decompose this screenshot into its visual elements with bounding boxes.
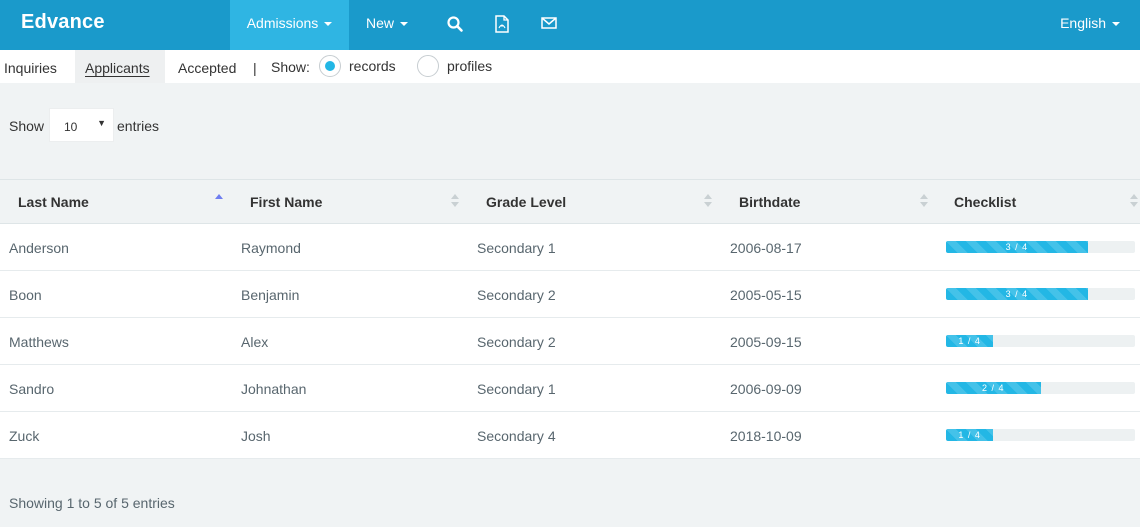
cell-last-name: Boon [9,287,42,303]
sort-icon[interactable] [704,194,712,208]
mail-icon[interactable] [540,15,558,33]
table-row[interactable]: Matthews Alex Secondary 2 2005-09-15 1 /… [0,318,1140,365]
profiles-label[interactable]: profiles [447,58,492,74]
cell-last-name: Sandro [9,381,55,397]
pdf-icon[interactable] [494,15,512,33]
checklist-progress-bar: 3 / 4 [946,241,1088,253]
tab-applicants[interactable]: Applicants [85,60,150,76]
cell-grade-level: Secondary 2 [477,334,556,350]
nav-admissions-dropdown[interactable]: Admissions [230,0,349,50]
cell-birthdate: 2005-09-15 [730,334,802,350]
nav-admissions-label: Admissions [246,15,319,31]
entries-label: entries [117,118,160,134]
column-header-checklist[interactable]: Checklist [954,194,1016,210]
checklist-progress: 2 / 4 [946,382,1135,394]
entries-select[interactable]: 10 ▼ [49,108,114,142]
table-body: Anderson Raymond Secondary 1 2006-08-17 … [0,224,1140,459]
search-icon[interactable] [446,15,464,33]
caret-down-icon [1112,22,1120,27]
separator: | [253,60,257,76]
applicants-table: Last Name First Name Grade Level Birthda… [0,179,1140,459]
show-entries-label: Show [9,118,45,134]
sort-icon[interactable] [920,194,928,208]
cell-last-name: Anderson [9,240,69,256]
column-header-grade-level[interactable]: Grade Level [486,194,566,210]
cell-last-name: Matthews [9,334,69,350]
column-header-last-name[interactable]: Last Name [18,194,89,210]
language-label: English [1060,15,1106,31]
cell-first-name: Raymond [241,240,301,256]
sort-ascending-icon[interactable] [215,194,223,208]
records-radio[interactable] [319,55,341,77]
column-header-first-name[interactable]: First Name [250,194,322,210]
cell-birthdate: 2018-10-09 [730,428,802,444]
sort-icon[interactable] [451,194,459,208]
cell-first-name: Alex [241,334,269,350]
cell-first-name: Benjamin [241,287,300,303]
profiles-radio[interactable] [417,55,439,77]
table-info: Showing 1 to 5 of 5 entries [9,495,175,511]
table-header: Last Name First Name Grade Level Birthda… [0,179,1140,224]
show-label: Show: [271,59,310,75]
nav-new-dropdown[interactable]: New [366,0,409,50]
tab-accepted[interactable]: Accepted [178,60,236,76]
checklist-progress: 1 / 4 [946,429,1135,441]
records-label[interactable]: records [349,58,396,74]
brand-logo[interactable]: Edvance [21,11,105,34]
checklist-progress-bar: 1 / 4 [946,429,994,441]
cell-grade-level: Secondary 1 [477,381,556,397]
table-row[interactable]: Zuck Josh Secondary 4 2018-10-09 1 / 4 [0,412,1140,459]
sort-icon[interactable] [1130,194,1138,208]
cell-birthdate: 2005-05-15 [730,287,802,303]
cell-last-name: Zuck [9,428,40,444]
top-navbar: Edvance Admissions New English [0,0,1140,50]
sub-navbar: Inquiries Applicants Accepted | Show: re… [0,50,1140,83]
cell-first-name: Johnathan [241,381,307,397]
cell-birthdate: 2006-09-09 [730,381,802,397]
chevron-down-icon: ▼ [97,118,106,128]
table-row[interactable]: Anderson Raymond Secondary 1 2006-08-17 … [0,224,1140,271]
checklist-progress: 3 / 4 [946,241,1135,253]
checklist-progress-bar: 2 / 4 [946,382,1041,394]
table-row[interactable]: Boon Benjamin Secondary 2 2005-05-15 3 /… [0,271,1140,318]
checklist-progress: 3 / 4 [946,288,1135,300]
entries-select-value: 10 [64,120,78,134]
column-header-birthdate[interactable]: Birthdate [739,194,800,210]
cell-grade-level: Secondary 4 [477,428,556,444]
checklist-progress: 1 / 4 [946,335,1135,347]
language-dropdown[interactable]: English [1060,0,1120,50]
cell-grade-level: Secondary 2 [477,287,556,303]
cell-first-name: Josh [241,428,271,444]
caret-down-icon [324,22,333,27]
tab-inquiries[interactable]: Inquiries [4,60,57,76]
checklist-progress-bar: 1 / 4 [946,335,994,347]
cell-birthdate: 2006-08-17 [730,240,802,256]
table-row[interactable]: Sandro Johnathan Secondary 1 2006-09-09 … [0,365,1140,412]
nav-new-label: New [366,15,395,31]
checklist-progress-bar: 3 / 4 [946,288,1088,300]
caret-down-icon [400,22,409,27]
cell-grade-level: Secondary 1 [477,240,556,256]
